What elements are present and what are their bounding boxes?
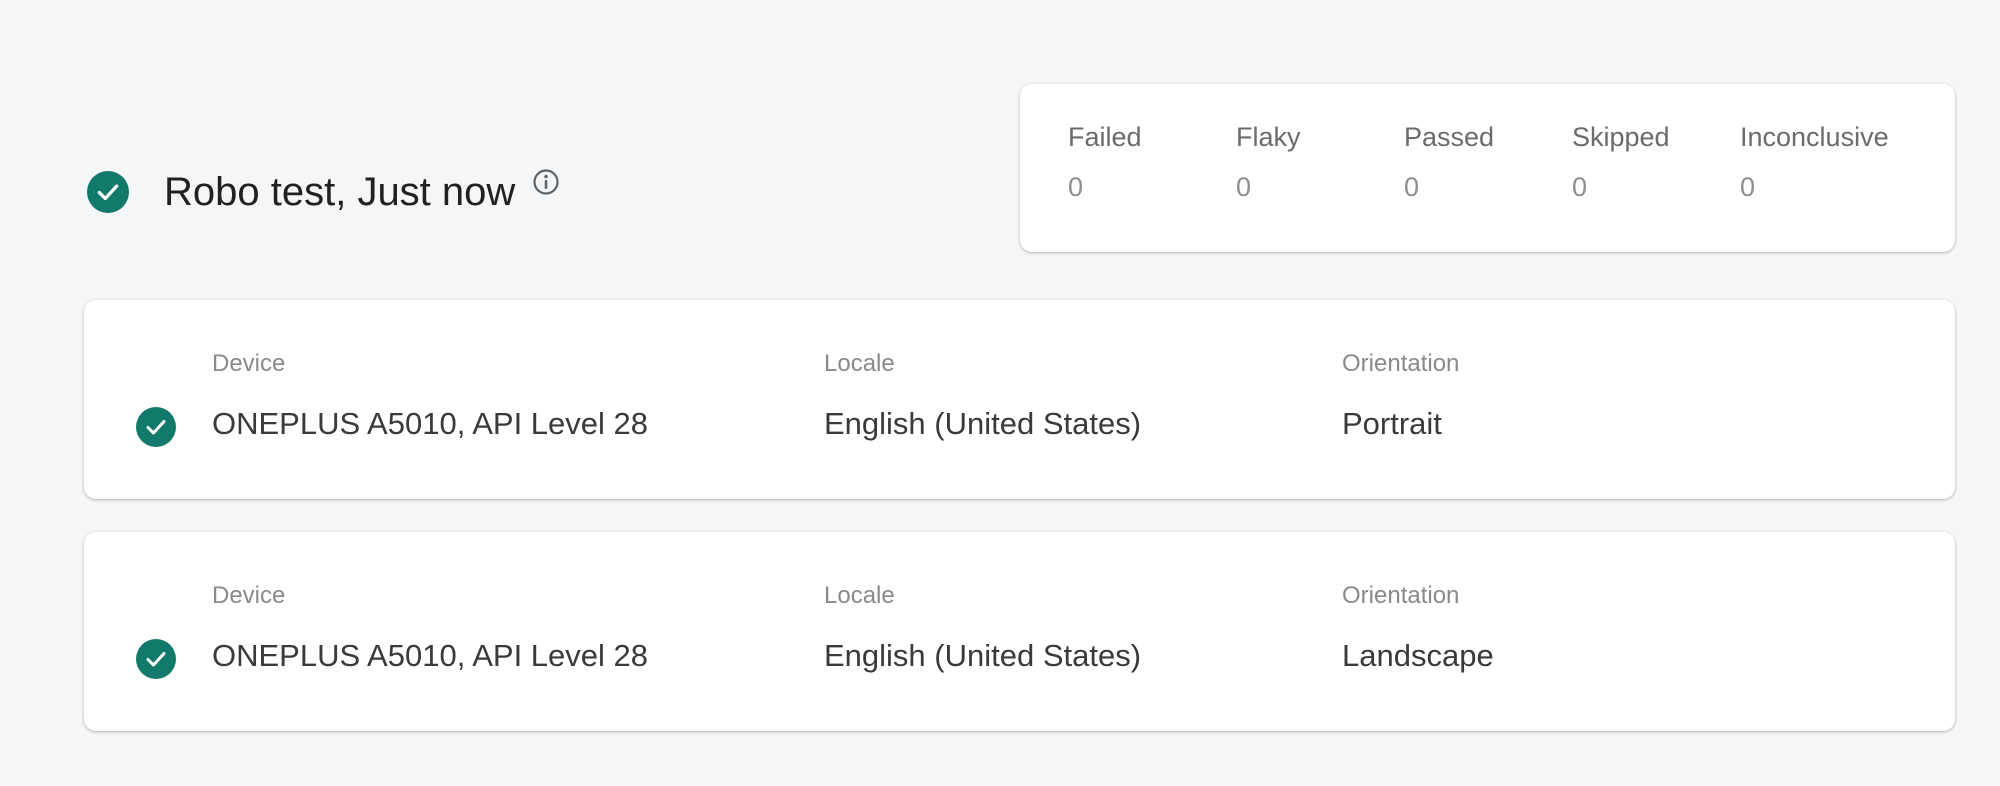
stat-skipped: Skipped 0 (1572, 118, 1670, 206)
status-check-icon (136, 407, 176, 447)
stat-failed: Failed 0 (1068, 118, 1142, 206)
stat-label: Skipped (1572, 122, 1670, 152)
locale-column: Locale English (United States) (824, 348, 1141, 444)
stat-value: 0 (1572, 172, 1588, 202)
orientation-value: Landscape (1342, 638, 1494, 673)
stat-passed: Passed 0 (1404, 118, 1494, 206)
device-column: Device ONEPLUS A5010, API Level 28 (212, 348, 648, 444)
stat-label: Failed (1068, 122, 1142, 152)
device-label: Device (212, 582, 286, 609)
locale-column: Locale English (United States) (824, 580, 1141, 676)
status-check-icon (87, 171, 129, 213)
page-title: Robo test, Just now (164, 170, 516, 214)
orientation-value: Portrait (1342, 406, 1442, 441)
locale-label: Locale (824, 350, 895, 377)
stat-value: 0 (1404, 172, 1420, 202)
orientation-column: Orientation Landscape (1342, 580, 1494, 676)
stat-value: 0 (1068, 172, 1084, 202)
locale-value: English (United States) (824, 638, 1142, 673)
status-check-icon (136, 639, 176, 679)
test-run-card[interactable]: Device ONEPLUS A5010, API Level 28 Local… (84, 300, 1955, 499)
orientation-column: Orientation Portrait (1342, 348, 1459, 444)
orientation-label: Orientation (1342, 350, 1460, 377)
device-value: ONEPLUS A5010, API Level 28 (212, 638, 648, 673)
stat-label: Inconclusive (1740, 122, 1889, 152)
device-column: Device ONEPLUS A5010, API Level 28 (212, 580, 648, 676)
info-icon[interactable] (532, 168, 560, 196)
device-value: ONEPLUS A5010, API Level 28 (212, 406, 648, 441)
stat-flaky: Flaky 0 (1236, 118, 1301, 206)
stat-value: 0 (1236, 172, 1252, 202)
stat-label: Passed (1404, 122, 1495, 152)
locale-value: English (United States) (824, 406, 1142, 441)
orientation-label: Orientation (1342, 582, 1460, 609)
test-run-card[interactable]: Device ONEPLUS A5010, API Level 28 Local… (84, 532, 1955, 731)
summary-card: Failed 0 Flaky 0 Passed 0 Skipped 0 Inco… (1020, 84, 1955, 252)
stat-value: 0 (1740, 172, 1756, 202)
locale-label: Locale (824, 582, 895, 609)
stat-inconclusive: Inconclusive 0 (1740, 118, 1889, 206)
stat-label: Flaky (1236, 122, 1301, 152)
device-label: Device (212, 350, 286, 377)
